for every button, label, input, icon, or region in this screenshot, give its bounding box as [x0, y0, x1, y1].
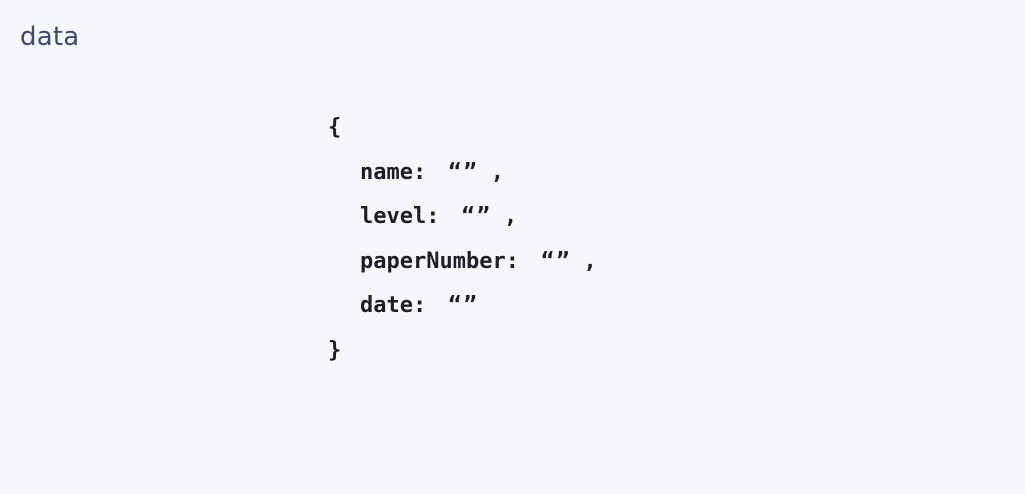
field-comma: ,: [583, 248, 597, 274]
field-level: level: “”,: [328, 195, 597, 240]
field-date: date: “”: [328, 284, 597, 329]
field-empty-value: “”: [461, 204, 492, 229]
diagram-title: data: [20, 22, 80, 52]
field-key: name:: [360, 159, 427, 185]
field-paper-number: paperNumber: “”,: [328, 240, 597, 285]
field-empty-value: “”: [540, 248, 572, 274]
open-brace: {: [328, 115, 342, 140]
field-empty-value: “”: [448, 159, 479, 185]
json-object-block: { name: “”, level: “”, paperNumber: “”, dat…: [328, 106, 597, 373]
field-key: paperNumber:: [360, 248, 519, 274]
field-comma: ,: [490, 159, 504, 185]
field-key: date:: [360, 293, 427, 318]
field-name: name: “”,: [328, 151, 597, 196]
field-comma: ,: [503, 204, 518, 229]
field-empty-value: “”: [448, 293, 479, 318]
close-brace: }: [328, 337, 342, 363]
field-key: level:: [360, 204, 440, 229]
